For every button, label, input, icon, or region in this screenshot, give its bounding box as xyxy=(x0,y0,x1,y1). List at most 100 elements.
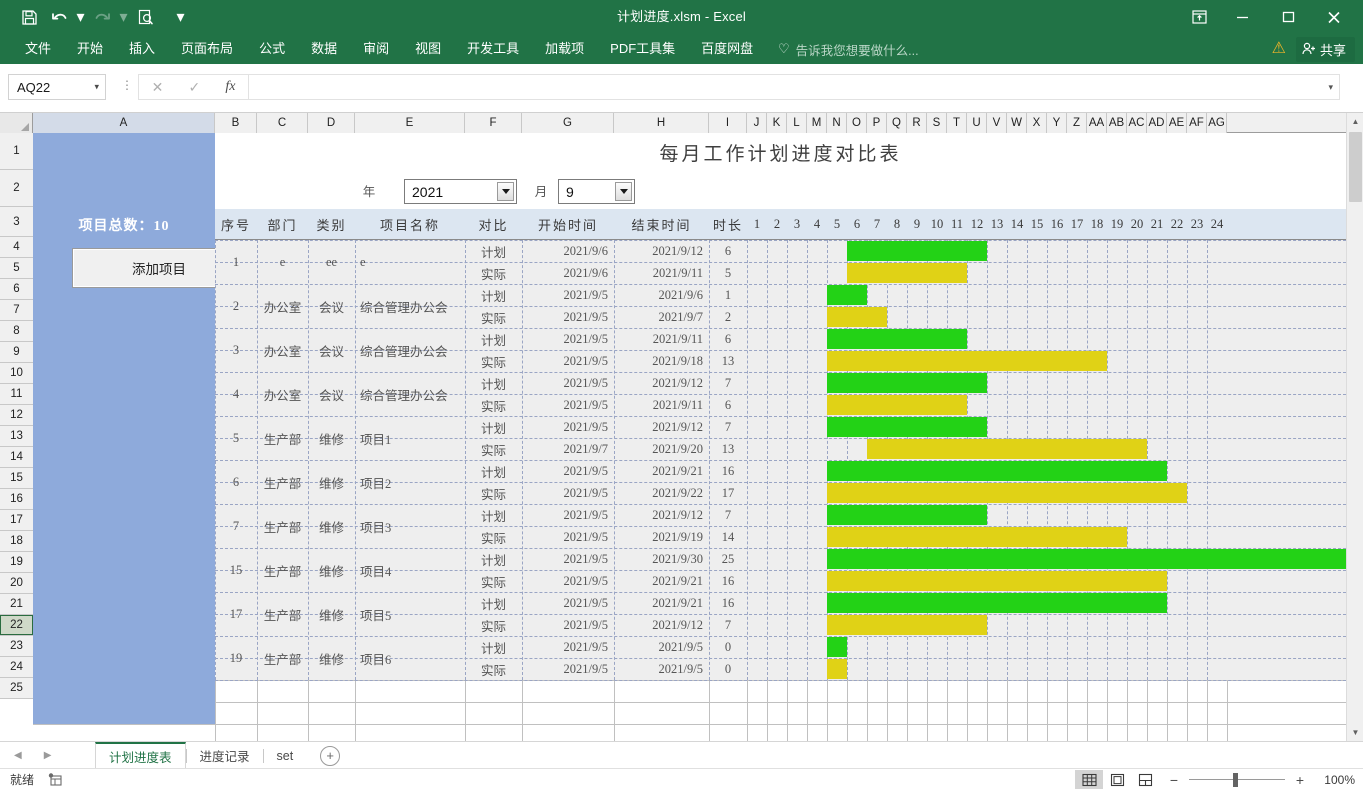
row-header-5[interactable]: 5 xyxy=(0,258,33,279)
vertical-scroll-thumb[interactable] xyxy=(1349,132,1362,202)
column-header-AG[interactable]: AG xyxy=(1207,113,1227,133)
row-header-8[interactable]: 8 xyxy=(0,321,33,342)
column-header-W[interactable]: W xyxy=(1007,113,1027,133)
ribbon-tab-7[interactable]: 审阅 xyxy=(350,34,402,64)
column-header-F[interactable]: F xyxy=(465,113,522,133)
row-header-11[interactable]: 11 xyxy=(0,384,33,405)
row-header-6[interactable]: 6 xyxy=(0,279,33,300)
row-header-22[interactable]: 22 xyxy=(0,615,33,636)
row-header-1[interactable]: 1 xyxy=(0,133,33,170)
expand-formula-bar-icon[interactable]: ▾ xyxy=(1328,75,1333,99)
column-header-K[interactable]: K xyxy=(767,113,787,133)
ribbon-tab-1[interactable]: 文件 xyxy=(12,34,64,64)
column-header-AC[interactable]: AC xyxy=(1127,113,1147,133)
row-header-16[interactable]: 16 xyxy=(0,489,33,510)
column-header-B[interactable]: B xyxy=(215,113,257,133)
share-button[interactable]: 共享 xyxy=(1296,37,1355,62)
column-header-Z[interactable]: Z xyxy=(1067,113,1087,133)
ribbon-display-options-icon[interactable] xyxy=(1179,1,1219,33)
column-header-E[interactable]: E xyxy=(355,113,465,133)
minimize-icon[interactable] xyxy=(1219,1,1265,33)
column-header-G[interactable]: G xyxy=(522,113,614,133)
column-header-U[interactable]: U xyxy=(967,113,987,133)
row-header-3[interactable]: 3 xyxy=(0,207,33,237)
column-header-O[interactable]: O xyxy=(847,113,867,133)
row-header-21[interactable]: 21 xyxy=(0,594,33,615)
row-header-20[interactable]: 20 xyxy=(0,573,33,594)
row-header-23[interactable]: 23 xyxy=(0,636,33,657)
column-header-Y[interactable]: Y xyxy=(1047,113,1067,133)
close-icon[interactable] xyxy=(1311,1,1357,33)
month-dropdown-arrow-icon[interactable] xyxy=(615,182,632,201)
year-dropdown[interactable]: 2021 xyxy=(404,179,517,204)
record-macro-icon[interactable] xyxy=(48,773,62,786)
column-header-AB[interactable]: AB xyxy=(1107,113,1127,133)
ribbon-tab-6[interactable]: 数据 xyxy=(298,34,350,64)
row-header-10[interactable]: 10 xyxy=(0,363,33,384)
row-header-17[interactable]: 17 xyxy=(0,510,33,531)
ribbon-tab-2[interactable]: 开始 xyxy=(64,34,116,64)
row-header-9[interactable]: 9 xyxy=(0,342,33,363)
zoom-slider[interactable] xyxy=(1189,773,1285,787)
tell-me-box[interactable]: ♡ 告诉我您想要做什么... xyxy=(778,34,919,64)
row-header-4[interactable]: 4 xyxy=(0,237,33,258)
column-header-S[interactable]: S xyxy=(927,113,947,133)
column-header-Q[interactable]: Q xyxy=(887,113,907,133)
select-all-corner[interactable] xyxy=(0,113,33,133)
row-header-15[interactable]: 15 xyxy=(0,468,33,489)
column-header-AD[interactable]: AD xyxy=(1147,113,1167,133)
row-header-25[interactable]: 25 xyxy=(0,678,33,699)
row-header-14[interactable]: 14 xyxy=(0,447,33,468)
column-header-R[interactable]: R xyxy=(907,113,927,133)
zoom-thumb[interactable] xyxy=(1233,773,1238,787)
year-dropdown-arrow-icon[interactable] xyxy=(497,182,514,201)
row-header-7[interactable]: 7 xyxy=(0,300,33,321)
column-header-C[interactable]: C xyxy=(257,113,308,133)
column-header-L[interactable]: L xyxy=(787,113,807,133)
row-header-24[interactable]: 24 xyxy=(0,657,33,678)
maximize-icon[interactable] xyxy=(1265,1,1311,33)
name-box[interactable]: AQ22 ▾ xyxy=(8,74,106,100)
insert-function-icon[interactable]: fx xyxy=(225,79,235,95)
column-header-P[interactable]: P xyxy=(867,113,887,133)
row-header-13[interactable]: 13 xyxy=(0,426,33,447)
page-layout-icon[interactable] xyxy=(1103,770,1131,789)
column-header-AE[interactable]: AE xyxy=(1167,113,1187,133)
column-header-X[interactable]: X xyxy=(1027,113,1047,133)
column-header-J[interactable]: J xyxy=(747,113,767,133)
prev-sheet-icon[interactable]: ◀ xyxy=(14,750,22,761)
normal-view-icon[interactable] xyxy=(1075,770,1103,789)
ribbon-tab-3[interactable]: 插入 xyxy=(116,34,168,64)
ribbon-tab-5[interactable]: 公式 xyxy=(246,34,298,64)
formula-input[interactable]: ▾ xyxy=(248,74,1340,100)
zoom-out-button[interactable]: − xyxy=(1167,772,1181,788)
confirm-icon[interactable]: ✓ xyxy=(188,79,200,96)
scroll-down-icon[interactable]: ▼ xyxy=(1347,724,1363,741)
ribbon-tab-8[interactable]: 视图 xyxy=(402,34,454,64)
ribbon-tab-12[interactable]: 百度网盘 xyxy=(688,34,766,64)
sheet-tab-2[interactable]: 进度记录 xyxy=(187,742,263,769)
ribbon-tab-4[interactable]: 页面布局 xyxy=(168,34,246,64)
zoom-in-button[interactable]: + xyxy=(1293,772,1307,788)
ribbon-tab-9[interactable]: 开发工具 xyxy=(454,34,532,64)
column-header-N[interactable]: N xyxy=(827,113,847,133)
column-header-D[interactable]: D xyxy=(308,113,355,133)
sheet-canvas[interactable]: 项目总数：10添加项目每月工作计划进度对比表年2021月9序号部门类别项目名称对… xyxy=(33,133,1346,741)
add-sheet-icon[interactable]: + xyxy=(320,746,340,766)
vertical-scrollbar[interactable]: ▲ ▼ xyxy=(1346,113,1363,741)
sheet-tab-3[interactable]: set xyxy=(264,742,307,769)
column-header-AF[interactable]: AF xyxy=(1187,113,1207,133)
next-sheet-icon[interactable]: ▶ xyxy=(44,750,52,761)
column-header-V[interactable]: V xyxy=(987,113,1007,133)
sheet-tab-1[interactable]: 计划进度表 xyxy=(95,742,186,769)
warning-icon[interactable]: ⚠ xyxy=(1272,41,1286,57)
ribbon-tab-11[interactable]: PDF工具集 xyxy=(597,34,688,64)
month-dropdown[interactable]: 9 xyxy=(558,179,635,204)
column-header-T[interactable]: T xyxy=(947,113,967,133)
name-box-dropdown-icon[interactable]: ▾ xyxy=(94,82,99,93)
column-header-M[interactable]: M xyxy=(807,113,827,133)
page-break-preview-icon[interactable] xyxy=(1131,770,1159,789)
scroll-up-icon[interactable]: ▲ xyxy=(1347,113,1363,130)
column-header-H[interactable]: H xyxy=(614,113,709,133)
column-header-A[interactable]: A xyxy=(33,113,215,133)
